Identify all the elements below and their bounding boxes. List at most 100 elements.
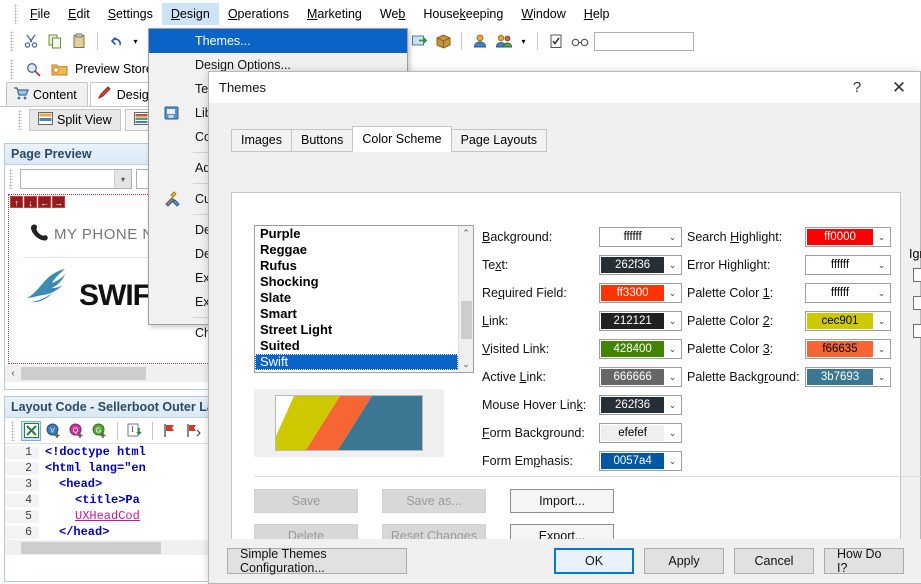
mouse-hover-link-color-combo[interactable]: 262f36 ⌄ (599, 395, 682, 415)
users-group-icon[interactable] (494, 31, 514, 51)
handle-left-icon[interactable]: ← (38, 196, 51, 208)
preview-store-label[interactable]: Preview Store (75, 62, 153, 76)
palette-background-combo[interactable]: 3b7693 ⌄ (805, 367, 891, 387)
menu-file[interactable]: File (21, 3, 59, 25)
import-button[interactable]: Import... (510, 489, 614, 513)
apply-button[interactable]: Apply (644, 548, 724, 574)
cut-icon[interactable] (21, 31, 41, 51)
paste-icon[interactable] (69, 31, 89, 51)
form-emphasis-color-combo[interactable]: 0057a4 ⌄ (599, 451, 682, 471)
form-background-color-combo[interactable]: efefef ⌄ (599, 423, 682, 443)
menu-item-themes[interactable]: Themes... (149, 29, 407, 53)
chevron-down-icon[interactable]: ⌄ (664, 256, 681, 274)
menu-design[interactable]: Design (162, 3, 219, 25)
ignore-checkbox-1[interactable] (913, 268, 921, 282)
tab-page-layouts[interactable]: Page Layouts (451, 129, 547, 152)
chevron-down-icon[interactable]: ⌄ (873, 312, 890, 330)
handle-up-icon[interactable]: ↑ (10, 196, 23, 208)
menu-web[interactable]: Web (371, 3, 414, 25)
ignore-checkbox-2[interactable] (913, 296, 921, 310)
chevron-down-icon[interactable]: ⌄ (664, 312, 681, 330)
add-variable-icon[interactable]: V (44, 421, 64, 441)
list-item[interactable]: Reggae (255, 242, 458, 258)
scroll-down-icon[interactable]: ⌄ (462, 357, 470, 372)
list-item[interactable]: Smart (255, 306, 458, 322)
subtab-split-view[interactable]: Split View (29, 109, 121, 131)
scroll-up-icon[interactable]: ⌃ (462, 226, 470, 241)
chevron-down-icon[interactable]: ⌄ (664, 368, 681, 386)
undo-dropdown-icon[interactable]: ▾ (130, 31, 141, 51)
red-flag-icon[interactable] (160, 421, 180, 441)
required-field-color-combo[interactable]: ff3300 ⌄ (599, 283, 682, 303)
how-do-i-button[interactable]: How Do I? (824, 548, 904, 574)
chevron-down-icon[interactable]: ⌄ (664, 284, 681, 302)
tab-buttons[interactable]: Buttons (291, 129, 353, 152)
ignore-checkbox-3[interactable] (913, 324, 921, 338)
menu-help[interactable]: Help (575, 3, 619, 25)
menu-window[interactable]: Window (512, 3, 574, 25)
scroll-track[interactable] (459, 241, 473, 357)
list-item[interactable]: Street Light (255, 322, 458, 338)
theme-listbox[interactable]: Purple Reggae Rufus Shocking Slate Smart… (254, 225, 474, 373)
handle-right-icon[interactable]: → (52, 196, 65, 208)
add-green-icon[interactable]: G (90, 421, 110, 441)
excel-icon[interactable] (21, 421, 41, 441)
save-button[interactable]: Save (254, 489, 358, 513)
list-item-selected[interactable]: Swift (255, 354, 458, 370)
user-icon[interactable] (470, 31, 490, 51)
search-highlight-color-combo[interactable]: ff0000 ⌄ (805, 227, 891, 247)
export-arrow-icon[interactable] (409, 31, 429, 51)
save-as-button[interactable]: Save as... (382, 489, 486, 513)
insert-text-icon[interactable]: I (125, 421, 145, 441)
add-question-icon[interactable]: Q (67, 421, 87, 441)
cancel-button[interactable]: Cancel (734, 548, 814, 574)
palette-color-2-combo[interactable]: cec901 ⌄ (805, 311, 891, 331)
red-flag-next-icon[interactable] (183, 421, 203, 441)
scroll-thumb[interactable] (21, 367, 146, 380)
toolbar-search-input[interactable] (594, 32, 694, 51)
error-highlight-color-combo[interactable]: ffffff ⌄ (805, 255, 891, 275)
list-item[interactable]: Shocking (255, 274, 458, 290)
code-scroll-thumb[interactable] (21, 542, 161, 554)
list-item[interactable]: Slate (255, 290, 458, 306)
copy-icon[interactable] (45, 31, 65, 51)
chevron-down-icon[interactable]: ⌄ (664, 396, 681, 414)
list-item[interactable]: Purple (255, 226, 458, 242)
chevron-down-icon[interactable]: ⌄ (664, 424, 681, 442)
preview-magnifier-icon[interactable] (23, 59, 43, 79)
glasses-icon[interactable] (570, 31, 590, 51)
tab-images[interactable]: Images (231, 129, 292, 152)
menu-settings[interactable]: Settings (99, 3, 162, 25)
chevron-down-icon[interactable]: ⌄ (873, 340, 890, 358)
menu-edit[interactable]: Edit (59, 3, 99, 25)
chevron-down-icon[interactable]: ⌄ (873, 368, 890, 386)
package-icon[interactable] (433, 31, 453, 51)
active-link-color-combo[interactable]: 666666 ⌄ (599, 367, 682, 387)
palette-color-1-combo[interactable]: ffffff ⌄ (805, 283, 891, 303)
page-preview-combo[interactable]: ▾ (20, 169, 132, 189)
theme-list-scrollbar[interactable]: ⌃ ⌄ (458, 226, 473, 372)
scroll-left-icon[interactable]: ‹ (5, 368, 21, 379)
preview-store-folder-icon[interactable] (49, 59, 69, 79)
palette-color-3-combo[interactable]: f66635 ⌄ (805, 339, 891, 359)
close-icon[interactable]: ✕ (878, 72, 920, 103)
help-icon[interactable]: ? (836, 72, 878, 103)
users-dropdown-icon[interactable]: ▾ (518, 31, 529, 51)
handle-down-icon[interactable]: ↓ (24, 196, 37, 208)
clipboard-check-icon[interactable] (546, 31, 566, 51)
link-color-combo[interactable]: 212121 ⌄ (599, 311, 682, 331)
background-color-combo[interactable]: ffffff ⌄ (599, 227, 682, 247)
tab-content[interactable]: Content (6, 82, 88, 106)
tab-color-scheme[interactable]: Color Scheme (352, 126, 451, 152)
visited-link-color-combo[interactable]: 428400 ⌄ (599, 339, 682, 359)
list-item[interactable]: Rufus (255, 258, 458, 274)
chevron-down-icon[interactable]: ⌄ (664, 452, 681, 470)
undo-icon[interactable] (106, 31, 126, 51)
chevron-down-icon[interactable]: ⌄ (873, 228, 890, 246)
chevron-down-icon[interactable]: ⌄ (664, 228, 681, 246)
chevron-down-icon[interactable]: ⌄ (873, 256, 890, 274)
list-item[interactable]: Suited (255, 338, 458, 354)
menu-housekeeping[interactable]: Housekeeping (414, 3, 512, 25)
simple-themes-configuration-button[interactable]: Simple Themes Configuration... (227, 548, 407, 574)
text-color-combo[interactable]: 262f36 ⌄ (599, 255, 682, 275)
